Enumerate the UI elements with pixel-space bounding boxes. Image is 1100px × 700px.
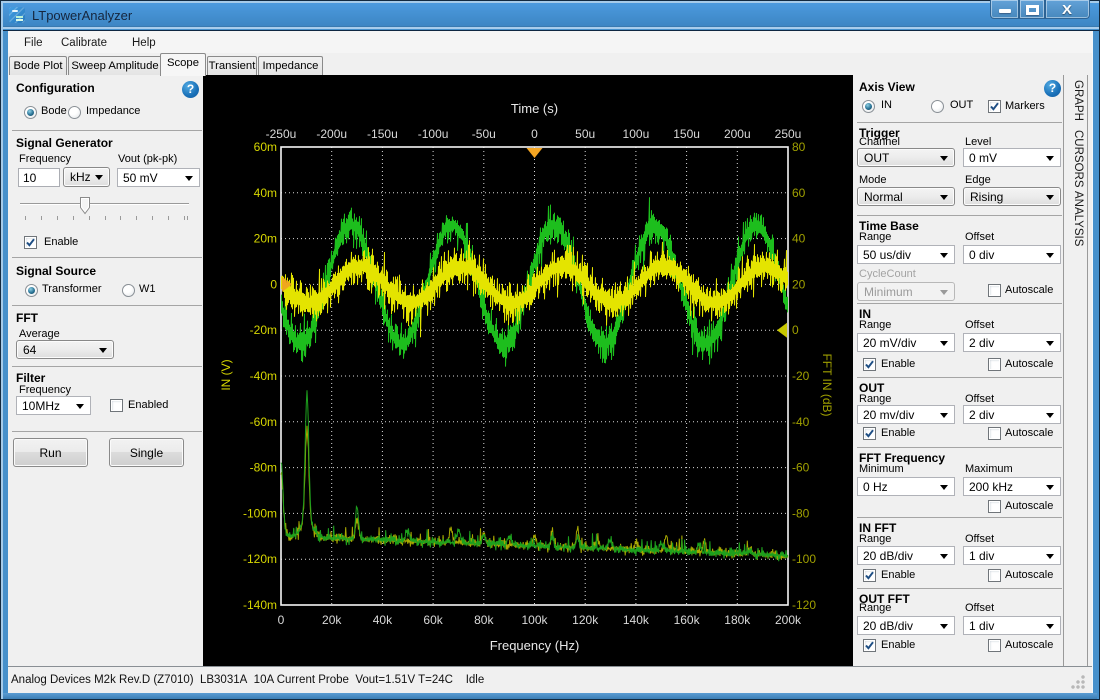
svg-text:-100m: -100m: [243, 506, 277, 520]
svg-text:140k: 140k: [623, 613, 650, 627]
svg-text:IN (V): IN (V): [219, 359, 233, 390]
svg-text:120k: 120k: [572, 613, 599, 627]
svg-text:200k: 200k: [775, 613, 802, 627]
svg-text:60: 60: [792, 186, 806, 200]
svg-text:250u: 250u: [775, 127, 802, 141]
svg-text:-40m: -40m: [250, 369, 277, 383]
svg-text:-200u: -200u: [316, 127, 347, 141]
svg-text:-150u: -150u: [367, 127, 398, 141]
svg-text:0: 0: [792, 323, 799, 337]
svg-text:-80m: -80m: [250, 461, 277, 475]
svg-text:-250u: -250u: [266, 127, 297, 141]
svg-text:-100: -100: [792, 552, 816, 566]
svg-text:50u: 50u: [575, 127, 595, 141]
svg-text:Frequency (Hz): Frequency (Hz): [490, 638, 580, 653]
svg-text:100k: 100k: [521, 613, 548, 627]
svg-text:-60m: -60m: [250, 415, 277, 429]
svg-text:-100u: -100u: [418, 127, 449, 141]
svg-text:200u: 200u: [724, 127, 751, 141]
svg-text:150u: 150u: [673, 127, 700, 141]
svg-text:FFT IN (dB): FFT IN (dB): [820, 353, 834, 416]
svg-text:40k: 40k: [373, 613, 393, 627]
svg-text:-60: -60: [792, 461, 810, 475]
svg-text:0: 0: [278, 613, 285, 627]
svg-text:20k: 20k: [322, 613, 342, 627]
svg-text:160k: 160k: [674, 613, 701, 627]
svg-text:60k: 60k: [423, 613, 443, 627]
svg-text:-140m: -140m: [243, 598, 277, 612]
svg-text:-40: -40: [792, 415, 810, 429]
svg-text:80: 80: [792, 140, 806, 154]
svg-text:0: 0: [531, 127, 538, 141]
svg-text:-120: -120: [792, 598, 816, 612]
svg-text:-80: -80: [792, 506, 810, 520]
svg-text:-20: -20: [792, 369, 810, 383]
svg-text:80k: 80k: [474, 613, 494, 627]
svg-text:40m: 40m: [254, 186, 277, 200]
svg-text:20: 20: [792, 277, 806, 291]
svg-text:0: 0: [270, 277, 277, 291]
svg-text:Time (s): Time (s): [511, 101, 558, 116]
svg-text:20m: 20m: [254, 232, 277, 246]
svg-text:100u: 100u: [623, 127, 650, 141]
svg-text:180k: 180k: [724, 613, 751, 627]
svg-text:60m: 60m: [254, 140, 277, 154]
svg-text:40: 40: [792, 232, 806, 246]
svg-text:-120m: -120m: [243, 552, 277, 566]
svg-text:-20m: -20m: [250, 323, 277, 337]
svg-text:-50u: -50u: [472, 127, 496, 141]
